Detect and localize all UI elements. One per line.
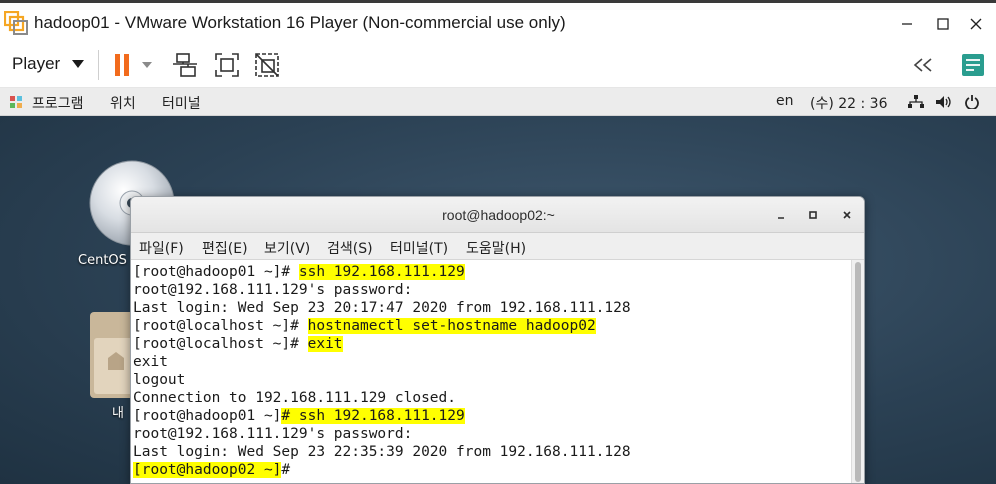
- terminal-scrollbar[interactable]: [851, 260, 864, 483]
- input-language[interactable]: en: [776, 93, 794, 109]
- player-toolbar: Player: [0, 42, 996, 88]
- shell-prompt: [root@localhost ~]#: [133, 318, 308, 334]
- home-folder-icon[interactable]: [90, 312, 134, 398]
- cd-drive-label[interactable]: CentOS: [78, 253, 127, 268]
- vmware-logo-icon: [4, 11, 28, 35]
- shell-prompt: [root@hadoop01 ~]#: [133, 264, 299, 280]
- text-cursor: [299, 461, 307, 477]
- terminal-line: Last login: Wed Sep 23 22:35:39 2020 fro…: [133, 444, 631, 460]
- terminal-line: Connection to 192.168.111.129 closed.: [133, 390, 457, 406]
- minimize-button[interactable]: [895, 13, 919, 35]
- clock[interactable]: (수) 22 : 36: [810, 93, 888, 113]
- highlighted-prompt: [root@hadoop02 ~]: [133, 462, 282, 478]
- terminal-line: [root@localhost ~]# exit: [133, 335, 343, 353]
- close-icon: [843, 211, 851, 219]
- terminal-line: logout: [133, 372, 186, 388]
- power-icon[interactable]: [965, 94, 979, 109]
- removable-devices-button[interactable]: [170, 50, 200, 80]
- terminal-output[interactable]: [root@hadoop01 ~]# ssh 192.168.111.129 r…: [131, 260, 853, 483]
- volume-icon[interactable]: [935, 95, 953, 109]
- terminal-line: [root@localhost ~]# hostnamectl set-host…: [133, 317, 596, 335]
- menu-view[interactable]: 보기(V): [264, 238, 310, 258]
- terminal-line: [root@hadoop01 ~]# ssh 192.168.111.129: [133, 407, 465, 425]
- notes-icon: [962, 54, 984, 76]
- terminal-line: root@192.168.111.129's password:: [133, 282, 413, 298]
- window-title: hadoop01 - VMware Workstation 16 Player …: [34, 13, 566, 32]
- minimize-icon: [902, 23, 912, 25]
- terminal-minimize-button[interactable]: [772, 206, 790, 224]
- toolbar-separator: [98, 50, 99, 80]
- title-bar: hadoop01 - VMware Workstation 16 Player …: [0, 0, 996, 42]
- gnome-top-panel: 프로그램 위치 터미널 en (수) 22 : 36: [0, 88, 996, 116]
- terminal-line: root@192.168.111.129's password:: [133, 426, 413, 442]
- shell-prompt: [root@hadoop01 ~]: [133, 408, 282, 424]
- maximize-icon: [937, 18, 949, 30]
- network-icon[interactable]: [908, 95, 924, 109]
- close-icon: [970, 18, 982, 30]
- highlighted-command: # ssh 192.168.111.129: [281, 408, 465, 424]
- menu-edit[interactable]: 편집(E): [202, 238, 248, 258]
- unity-icon: [255, 53, 279, 77]
- highlighted-command: exit: [307, 336, 343, 352]
- shell-prompt: [root@localhost ~]#: [133, 336, 308, 352]
- maximize-icon: [809, 211, 817, 219]
- terminal-window[interactable]: root@hadoop02:~ 파일(F) 편집(E) 보기(V) 검색(S) …: [130, 196, 865, 484]
- menu-file[interactable]: 파일(F): [139, 238, 184, 258]
- terminal-title: root@hadoop02:~: [442, 207, 555, 223]
- home-folder-label[interactable]: 내: [112, 402, 124, 421]
- show-library-button[interactable]: [908, 50, 938, 80]
- player-menu-button[interactable]: Player: [12, 54, 60, 74]
- back-icon: [913, 58, 932, 72]
- terminal-line: [root@hadoop02 ~]#: [133, 461, 307, 479]
- minimize-icon: [778, 217, 784, 219]
- unity-button[interactable]: [252, 50, 282, 80]
- chevron-down-icon: [142, 62, 152, 68]
- terminal-menubar: 파일(F) 편집(E) 보기(V) 검색(S) 터미널(T) 도움말(H): [131, 233, 864, 260]
- scrollbar-thumb[interactable]: [855, 262, 861, 482]
- fullscreen-icon: [215, 53, 239, 77]
- terminal-maximize-button[interactable]: [804, 206, 822, 224]
- highlighted-command: hostnamectl set-hostname hadoop02: [307, 318, 596, 334]
- pause-icon: [115, 54, 129, 76]
- places-menu[interactable]: 위치: [110, 93, 136, 113]
- applications-icon: [10, 96, 22, 108]
- shell-prompt: #: [281, 462, 299, 478]
- maximize-button[interactable]: [931, 13, 955, 35]
- message-log-button[interactable]: [958, 50, 988, 80]
- menu-search[interactable]: 검색(S): [327, 238, 373, 258]
- pause-dropdown-button[interactable]: [138, 50, 156, 80]
- terminal-line: exit: [133, 354, 168, 370]
- terminal-app-menu[interactable]: 터미널: [162, 93, 201, 113]
- pause-button[interactable]: [108, 50, 138, 80]
- player-dropdown-caret[interactable]: [72, 60, 84, 68]
- terminal-titlebar[interactable]: root@hadoop02:~: [131, 197, 864, 233]
- fullscreen-button[interactable]: [212, 50, 242, 80]
- menu-help[interactable]: 도움말(H): [466, 238, 526, 258]
- terminal-line: [root@hadoop01 ~]# ssh 192.168.111.129: [133, 263, 465, 281]
- terminal-close-button[interactable]: [838, 206, 856, 224]
- menu-terminal[interactable]: 터미널(T): [390, 238, 448, 258]
- close-button[interactable]: [964, 13, 988, 35]
- highlighted-command: ssh 192.168.111.129: [298, 264, 465, 280]
- terminal-line: Last login: Wed Sep 23 20:17:47 2020 fro…: [133, 300, 631, 316]
- applications-menu[interactable]: 프로그램: [32, 93, 84, 113]
- network-devices-icon: [173, 53, 197, 77]
